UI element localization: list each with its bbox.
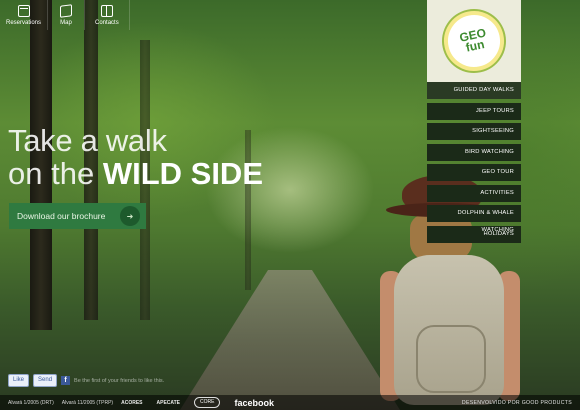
menu-item-bird-watching[interactable]: BIRD WATCHING: [427, 143, 521, 161]
geofun-logo[interactable]: GEO fun: [427, 0, 521, 82]
nav-contacts[interactable]: Contacts: [85, 0, 130, 30]
menu-item-geo-tour[interactable]: GEO TOUR: [427, 164, 521, 181]
nav-label: Reservations: [6, 19, 42, 26]
core-logo[interactable]: CORE: [194, 397, 221, 408]
menu-item-holidays[interactable]: HOLIDAYS: [427, 225, 521, 243]
send-button[interactable]: Send: [33, 374, 58, 387]
like-button[interactable]: Like: [8, 374, 30, 387]
footer: Alvará 1/2005 (DRT) Alvará 11/2005 (TPRP…: [0, 395, 580, 410]
contact-book-icon: [100, 4, 113, 17]
license-2: Alvará 11/2005 (TPRP): [61, 399, 114, 406]
acores-logo[interactable]: ACORES: [121, 400, 142, 406]
logo-text-2: fun: [464, 37, 486, 55]
license-1: Alvará 1/2005 (DRT): [8, 399, 54, 406]
facebook-icon: f: [61, 376, 71, 385]
hero-line-2: on the WILD SIDE: [8, 156, 263, 192]
map-icon: [60, 3, 73, 18]
arrow-circle-icon: ➜: [120, 206, 140, 226]
calendar-icon: [17, 4, 30, 17]
menu-item-guided-day-walks[interactable]: GUIDED DAY WALKS: [427, 82, 521, 99]
nav-map[interactable]: Map: [48, 0, 86, 30]
download-brochure-label: Download our brochure: [17, 211, 106, 221]
menu-item-activities[interactable]: ACTIVITIES: [427, 184, 521, 202]
menu-item-dolphin-whale-watching[interactable]: DOLPHIN & WHALE WATCHING: [427, 205, 521, 233]
facebook-logo[interactable]: facebook: [234, 398, 274, 408]
social-text: Be the first of your friends to like thi…: [74, 377, 165, 384]
developer-credit[interactable]: DESENVOLVIDO POR GOOD PRODUCTS: [462, 400, 572, 406]
nav-reservations[interactable]: Reservations: [0, 0, 49, 30]
nav-label: Map: [60, 19, 72, 26]
apecate-logo[interactable]: APECATE: [157, 400, 181, 406]
hero-line-2-prefix: on the: [8, 156, 95, 191]
menu-item-jeep-tours[interactable]: JEEP TOURS: [427, 102, 521, 120]
download-brochure-button[interactable]: Download our brochure ➜: [9, 203, 146, 229]
menu-item-sightseeing[interactable]: SIGHTSEEING: [427, 123, 521, 140]
nav-label: Contacts: [95, 19, 119, 26]
logo-badge: GEO fun: [438, 5, 510, 77]
hero-line-1: Take a walk: [8, 123, 167, 158]
side-menu: GUIDED DAY WALKS JEEP TOURS SIGHTSEEING …: [427, 82, 521, 246]
top-nav: Reservations Map Contacts: [0, 0, 130, 30]
social-bar: Like Send f Be the first of your friends…: [8, 374, 164, 387]
hero-line-2-bold: WILD SIDE: [102, 156, 263, 191]
